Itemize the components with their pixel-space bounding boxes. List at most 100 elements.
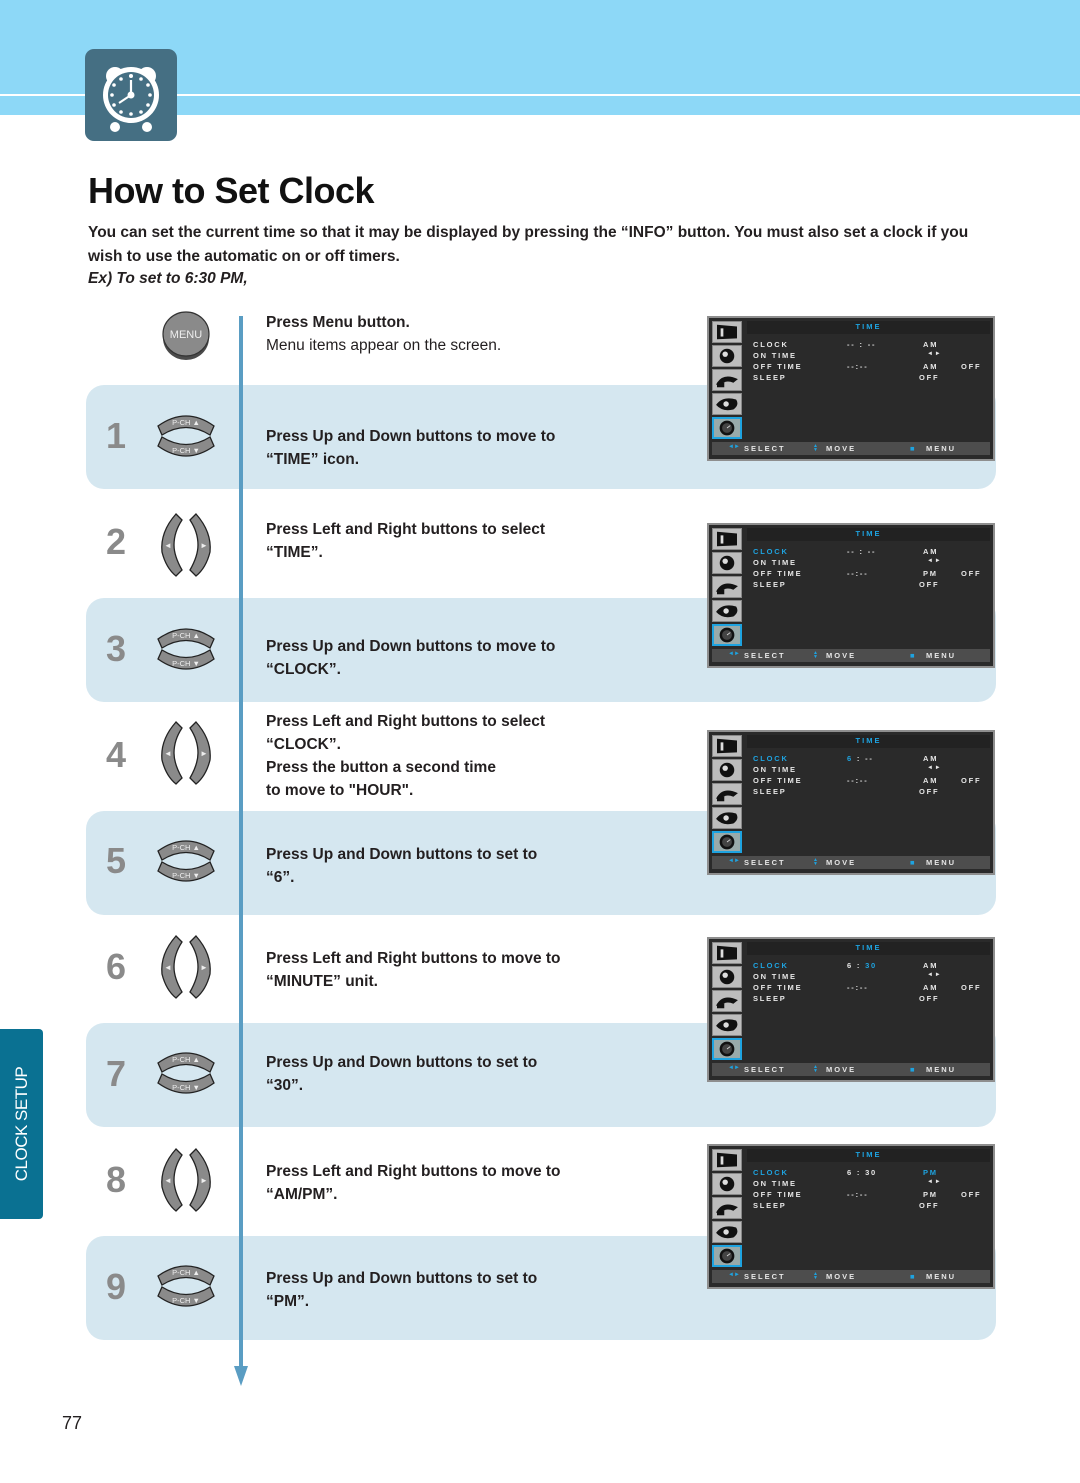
menu-button-label: MENU [170, 329, 202, 341]
time-icon[interactable] [712, 1038, 742, 1060]
sleep-label: SLEEP [753, 1201, 787, 1210]
step-number: 7 [105, 1053, 127, 1094]
off-time-ampm: AM [923, 776, 939, 785]
clock-ampm: AM [923, 961, 939, 970]
footer-move: MOVE [826, 1065, 857, 1074]
step-instruction: Press Left and Right buttons to move to “… [266, 947, 561, 993]
down-button-label: P-CH ▼ [172, 1083, 200, 1092]
left-right-buttons[interactable]: ◄ ► [158, 1147, 214, 1213]
clock-ampm: AM [923, 547, 939, 556]
picture-icon[interactable] [712, 528, 742, 550]
instruction-line: “TIME”. [266, 544, 323, 561]
menu-button[interactable]: MENU [161, 310, 211, 362]
off-time-state: OFF [961, 362, 982, 371]
time-icon[interactable] [712, 1245, 742, 1267]
up-down-buttons[interactable]: P-CH ▲ P-CH ▼ [154, 1260, 218, 1312]
clock-value: -- : -- [847, 340, 877, 349]
sound-icon[interactable] [712, 759, 742, 781]
up-down-buttons[interactable]: P-CH ▲ P-CH ▼ [154, 410, 218, 462]
footer-menu: MENU [926, 651, 957, 660]
setup-icon[interactable] [712, 600, 742, 622]
picture-icon[interactable] [712, 735, 742, 757]
channel-icon[interactable] [712, 369, 742, 391]
left-arrow-icon: ◄ [164, 1176, 172, 1185]
instruction-line: Press Up and Down buttons to set to [266, 1270, 538, 1287]
clock-hour: 6 [847, 754, 853, 763]
left-arrow-icon: ◄ [164, 541, 172, 550]
sound-icon[interactable] [712, 1173, 742, 1195]
clock-label: CLOCK [753, 961, 789, 970]
channel-icon[interactable] [712, 576, 742, 598]
sound-icon[interactable] [712, 345, 742, 367]
osd-title: TIME [855, 943, 882, 952]
move-arrow-icon: ▲ ▼ [813, 1271, 818, 1281]
instruction-line: Press Left and Right buttons to select [266, 713, 546, 730]
instruction-line: “6”. [266, 869, 295, 886]
select-arrow-icon: ◄► [728, 651, 740, 657]
footer-menu: MENU [926, 444, 957, 453]
osd-title-bar: TIME [747, 528, 990, 541]
setup-icon[interactable] [712, 807, 742, 829]
off-time-ampm: AM [923, 362, 939, 371]
off-time-value: --:-- [847, 983, 869, 992]
alarm-clock-icon [85, 49, 177, 141]
osd-footer: ◄► SELECT ▲ ▼ MOVE ■ MENU [712, 1270, 990, 1283]
sound-icon[interactable] [712, 552, 742, 574]
up-button-label: P-CH ▲ [172, 1268, 200, 1277]
menu-step-text: Press Menu button. Menu items appear on … [266, 311, 501, 357]
setup-icon[interactable] [712, 1014, 742, 1036]
down-button-label: P-CH ▼ [172, 1296, 200, 1305]
clock-label: CLOCK [753, 1168, 789, 1177]
step-instruction: Press Left and Right buttons to select “T… [266, 518, 545, 564]
left-arrow-icon: ◄ [164, 749, 172, 758]
sleep-value: OFF [919, 1201, 940, 1210]
left-right-buttons[interactable]: ◄ ► [158, 934, 214, 1000]
left-arrow-icon: ◄ [164, 963, 172, 972]
page-title: How to Set Clock [88, 170, 375, 211]
select-arrow-icon: ◄► [728, 858, 740, 864]
menu-icon: ■ [910, 1065, 915, 1074]
up-button-label: P-CH ▲ [172, 418, 200, 427]
channel-icon[interactable] [712, 783, 742, 805]
up-down-buttons[interactable]: P-CH ▲ P-CH ▼ [154, 623, 218, 675]
osd-time-menu: TIME CLOCK 6 : 30 AM ON TIME ◄► OFF TIME… [707, 937, 995, 1082]
channel-icon[interactable] [712, 1197, 742, 1219]
instruction-line: Press Up and Down buttons to set to [266, 846, 538, 863]
footer-move: MOVE [826, 444, 857, 453]
picture-icon[interactable] [712, 321, 742, 343]
osd-time-menu: TIME CLOCK 6 : -- AM ON TIME ◄► OFF TIME… [707, 730, 995, 875]
clock-value: -- : -- [847, 547, 877, 556]
footer-move: MOVE [826, 1272, 857, 1281]
up-down-buttons[interactable]: P-CH ▲ P-CH ▼ [154, 1047, 218, 1099]
time-icon[interactable] [712, 417, 742, 439]
left-right-buttons[interactable]: ◄ ► [158, 720, 214, 786]
clock-minute: 30 [865, 961, 878, 970]
picture-icon[interactable] [712, 1149, 742, 1171]
on-time-label: ON TIME [753, 972, 797, 981]
setup-icon[interactable] [712, 393, 742, 415]
down-button-label: P-CH ▼ [172, 871, 200, 880]
clock-ampm: PM [923, 1168, 938, 1177]
picture-icon[interactable] [712, 942, 742, 964]
menu-icon: ■ [910, 858, 915, 867]
side-tab-clock-setup: CLOCK SETUP [0, 1029, 43, 1219]
time-icon[interactable] [712, 624, 742, 646]
off-time-label: OFF TIME [753, 569, 803, 578]
off-time-state: OFF [961, 1190, 982, 1199]
osd-title-bar: TIME [747, 1149, 990, 1162]
instruction-line: “PM”. [266, 1293, 310, 1310]
move-arrow-icon: ▲ ▼ [813, 1064, 818, 1074]
step-instruction: Press Left and Right buttons to move to “… [266, 1160, 561, 1206]
sound-icon[interactable] [712, 966, 742, 988]
up-down-buttons[interactable]: P-CH ▲ P-CH ▼ [154, 835, 218, 887]
instruction-line: “CLOCK”. [266, 661, 341, 678]
time-icon[interactable] [712, 831, 742, 853]
off-time-value: --:-- [847, 776, 869, 785]
sleep-value: OFF [919, 994, 940, 1003]
instruction-line: “TIME” icon. [266, 451, 359, 468]
left-right-buttons[interactable]: ◄ ► [158, 512, 214, 578]
instruction-line: Press the button a second time [266, 759, 496, 776]
setup-icon[interactable] [712, 1221, 742, 1243]
channel-icon[interactable] [712, 990, 742, 1012]
clock-minute: -- [865, 754, 874, 763]
